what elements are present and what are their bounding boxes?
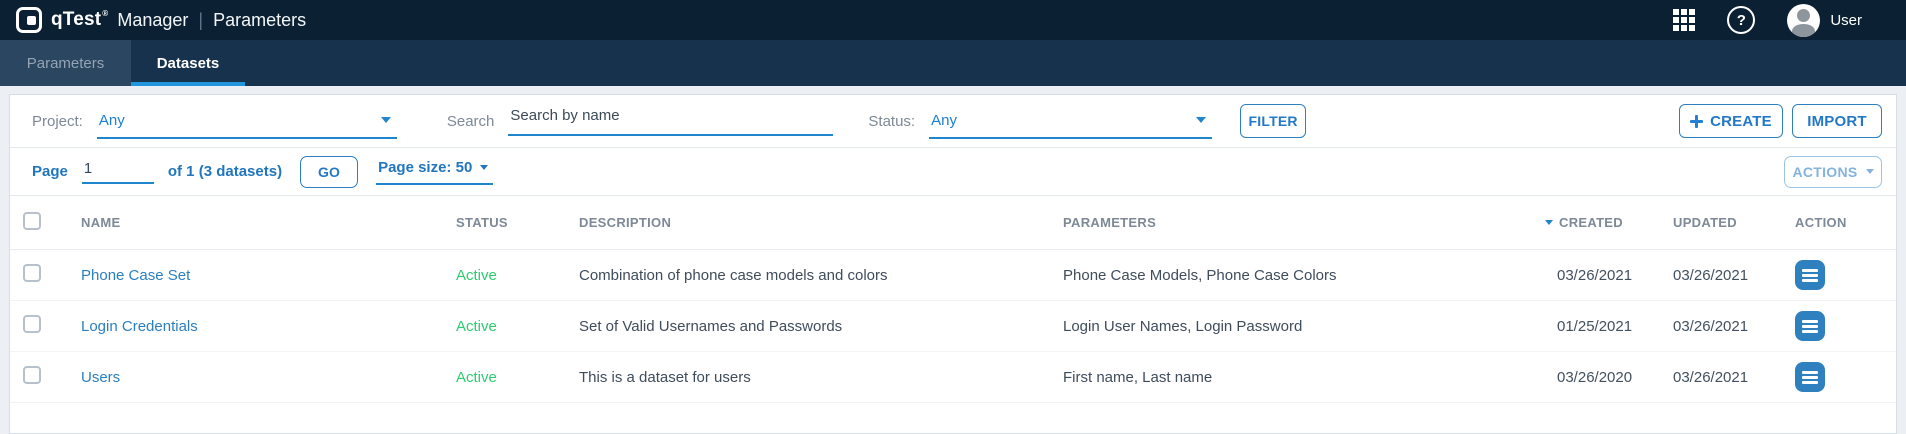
user-menu[interactable]: User (1787, 4, 1862, 37)
dataset-parameters: Login User Names, Login Password (1063, 318, 1541, 335)
app-title-product: Manager (117, 10, 188, 31)
dataset-updated-date: 03/26/2021 (1664, 369, 1782, 386)
pagination-bar: Page of 1 (3 datasets) GO Page size: 50 … (10, 148, 1896, 196)
appbar-right: ? User (1673, 4, 1906, 37)
help-icon[interactable]: ? (1727, 6, 1755, 34)
row-actions-button[interactable] (1795, 362, 1825, 392)
tab-parameters[interactable]: Parameters (0, 40, 131, 86)
dataset-description: Set of Valid Usernames and Passwords (579, 318, 1063, 335)
apps-grid-icon[interactable] (1673, 9, 1695, 31)
dataset-name-link[interactable]: Phone Case Set (81, 267, 456, 284)
column-created[interactable]: CREATED (1541, 215, 1664, 230)
status-dropdown[interactable]: Any (929, 103, 1212, 139)
app-title-separator: | (198, 10, 203, 31)
table-header: NAME STATUS DESCRIPTION PARAMETERS CREAT… (10, 196, 1896, 250)
column-action: ACTION (1782, 215, 1896, 230)
dataset-name-link[interactable]: Login Credentials (81, 318, 456, 335)
dataset-status: Active (456, 369, 579, 386)
app-header: qTest® Manager | Parameters ? User (0, 0, 1906, 40)
chevron-down-icon (1866, 169, 1874, 174)
datasets-panel: Project: Any Search Status: Any FILTER C… (9, 94, 1897, 434)
dataset-parameters: First name, Last name (1063, 369, 1541, 386)
dataset-description: This is a dataset for users (579, 369, 1063, 386)
import-button[interactable]: IMPORT (1792, 104, 1882, 138)
column-parameters[interactable]: PARAMETERS (1063, 215, 1541, 230)
project-value: Any (99, 112, 125, 129)
menu-icon (1802, 269, 1818, 272)
sort-desc-icon (1545, 220, 1553, 225)
chevron-down-icon (1196, 117, 1206, 123)
column-name[interactable]: NAME (81, 215, 456, 230)
brand-trademark: ® (102, 9, 108, 19)
dataset-created-date: 03/26/2020 (1541, 369, 1664, 386)
plus-icon (1690, 115, 1703, 128)
row-actions-button[interactable] (1795, 311, 1825, 341)
chevron-down-icon (381, 117, 391, 123)
go-button[interactable]: GO (300, 156, 358, 188)
user-label: User (1830, 12, 1862, 29)
dataset-updated-date: 03/26/2021 (1664, 318, 1782, 335)
dataset-created-date: 01/25/2021 (1541, 318, 1664, 335)
column-status[interactable]: STATUS (456, 215, 579, 230)
select-all-checkbox[interactable] (23, 212, 41, 230)
search-input[interactable] (508, 107, 833, 136)
dataset-status: Active (456, 318, 579, 335)
user-avatar-icon (1787, 4, 1820, 37)
page-count-label: of 1 (3 datasets) (168, 163, 282, 180)
row-checkbox[interactable] (23, 366, 41, 384)
page-number-input[interactable] (82, 160, 154, 184)
column-created-label: CREATED (1559, 215, 1623, 230)
dataset-updated-date: 03/26/2021 (1664, 267, 1782, 284)
app-title-section: Parameters (213, 10, 306, 31)
tab-bar: Parameters Datasets (0, 40, 1906, 86)
dataset-status: Active (456, 267, 579, 284)
table-row: Login Credentials Active Set of Valid Us… (10, 301, 1896, 352)
page-size-label: Page size: 50 (378, 159, 472, 176)
row-actions-button[interactable] (1795, 260, 1825, 290)
column-updated[interactable]: UPDATED (1664, 215, 1782, 230)
project-label: Project: (32, 113, 83, 130)
actions-button[interactable]: ACTIONS (1784, 156, 1882, 188)
page-label: Page (32, 163, 68, 180)
status-label: Status: (868, 113, 915, 130)
table-row: Users Active This is a dataset for users… (10, 352, 1896, 403)
create-button[interactable]: CREATE (1679, 104, 1783, 138)
brand: qTest® (51, 9, 108, 31)
row-checkbox[interactable] (23, 264, 41, 282)
status-value: Any (931, 112, 957, 129)
filter-button[interactable]: FILTER (1240, 104, 1306, 138)
filter-bar: Project: Any Search Status: Any FILTER C… (10, 95, 1896, 148)
row-checkbox[interactable] (23, 315, 41, 333)
page-size-dropdown[interactable]: Page size: 50 (376, 159, 493, 185)
tab-datasets[interactable]: Datasets (131, 40, 245, 86)
brand-name: qTest (51, 9, 101, 31)
column-description[interactable]: DESCRIPTION (579, 215, 1063, 230)
menu-icon (1802, 320, 1818, 323)
table-row: Phone Case Set Active Combination of pho… (10, 250, 1896, 301)
search-label: Search (447, 113, 495, 130)
chevron-down-icon (480, 165, 488, 170)
menu-icon (1802, 371, 1818, 374)
dataset-parameters: Phone Case Models, Phone Case Colors (1063, 267, 1541, 284)
create-button-label: CREATE (1710, 113, 1772, 130)
dataset-name-link[interactable]: Users (81, 369, 456, 386)
primary-actions: CREATE IMPORT (1679, 104, 1882, 138)
dataset-description: Combination of phone case models and col… (579, 267, 1063, 284)
actions-button-label: ACTIONS (1792, 164, 1857, 180)
qtest-logo-icon (16, 7, 42, 33)
app-title: Manager | Parameters (117, 10, 306, 31)
dataset-created-date: 03/26/2021 (1541, 267, 1664, 284)
project-dropdown[interactable]: Any (97, 103, 397, 139)
